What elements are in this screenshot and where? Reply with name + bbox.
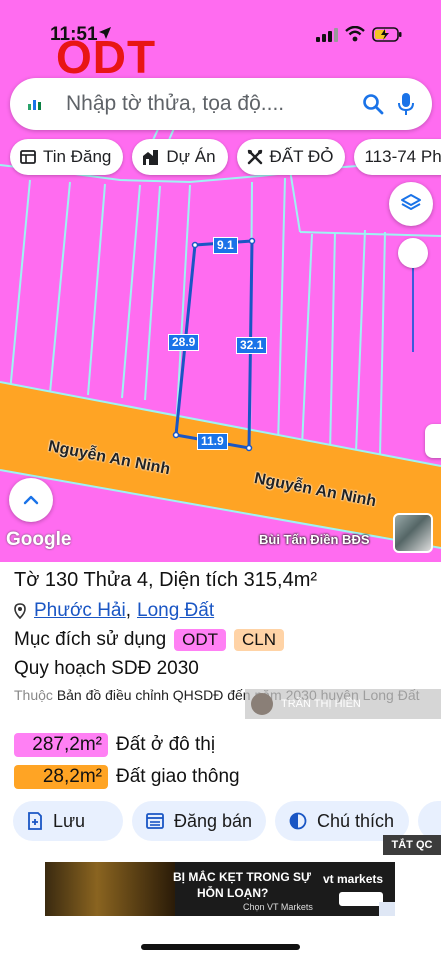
search-icon[interactable] (362, 93, 384, 115)
home-indicator[interactable] (141, 944, 300, 950)
tools-icon (247, 149, 263, 165)
ad-cta-button[interactable] (339, 892, 383, 906)
sheet-number: 130 (44, 569, 79, 591)
action-buttons: Lưu Đăng bán Chú thích (13, 801, 409, 841)
status-time: 11:51 (50, 24, 98, 45)
ad-headline: BỊ MẮC KẸT TRONG SỰ (173, 870, 311, 884)
close-ad-button[interactable]: TẮT QC (383, 835, 441, 855)
ad-headline-2: HỖN LOẠN? (197, 886, 269, 900)
search-bar[interactable]: Nhập tờ thửa, tọa độ.... (10, 78, 432, 130)
location-separator: , (125, 600, 131, 621)
measure-left: 28.9 (168, 334, 200, 351)
expand-panel-button[interactable] (9, 478, 53, 522)
chip-du-an[interactable]: Dự Án (132, 139, 228, 175)
adchoices-icon[interactable] (379, 902, 395, 916)
status-bar: 11:51 (0, 0, 441, 60)
listing-icon (146, 813, 164, 829)
author-label: Bùi Tấn Điền BĐS (259, 532, 370, 547)
plot-number: 4 (136, 569, 149, 591)
area-traffic-value: 28,2m² (14, 765, 108, 789)
filter-chips: Tin Đăng Dự Án ĐẤT ĐỎ 113-74 Phướ (10, 139, 441, 175)
land-use-purpose: Mục đích sử dụng ODT CLN (14, 629, 285, 651)
parcel-location: Phước Hải, Long Đất (14, 600, 214, 622)
chevron-up-icon (23, 495, 39, 505)
overlay-avatar (251, 693, 273, 715)
ad-banner[interactable]: BỊ MẮC KẸT TRONG SỰ HỖN LOẠN? Chọn VT Ma… (45, 862, 395, 916)
purpose-label: Mục đích sử dụng (14, 629, 167, 650)
bookmark-add-icon (27, 812, 43, 830)
area-traffic: 28,2m² Đất giao thông (14, 765, 240, 789)
chip-dat-do[interactable]: ĐẤT ĐỎ (236, 139, 346, 175)
battery-icon (372, 27, 402, 42)
save-label: Lưu (53, 810, 86, 831)
comment-overlay: TRẦN THỊ HIỀN (245, 689, 441, 719)
search-input[interactable]: Nhập tờ thửa, tọa độ.... (66, 92, 362, 116)
area-residential-value: 287,2m² (14, 733, 108, 757)
plot-label: Thửa (83, 569, 132, 591)
planning-title: Quy hoạch SDĐ 2030 (14, 658, 199, 679)
location-arrow-icon (99, 27, 111, 39)
purpose-tag-cln: CLN (234, 629, 285, 651)
post-listing-label: Đăng bán (174, 810, 253, 831)
area-residential-label: Đất ở đô thị (116, 734, 216, 755)
app-logo-icon (24, 93, 46, 115)
map-view[interactable]: ODT 11:51 Nhập tờ thửa, tọa độ.... Tin Đ… (0, 0, 441, 562)
save-button[interactable]: Lưu (13, 801, 123, 841)
area-traffic-label: Đất giao thông (116, 766, 240, 787)
opacity-slider-track[interactable] (412, 268, 414, 352)
source-prefix: Thuộc (14, 687, 53, 703)
side-panel-tab[interactable] (425, 424, 441, 458)
area-label: Diện tích (159, 569, 239, 591)
chip-label: Tin Đăng (43, 147, 112, 166)
measure-bottom: 11.9 (197, 433, 228, 450)
ad-brand: vt markets (323, 872, 384, 886)
district-link[interactable]: Long Đất (137, 600, 214, 622)
area-residential: 287,2m² Đất ở đô thị (14, 733, 215, 757)
parcel-title: Tờ 130 Thửa 4, Diện tích 315,4m² (14, 569, 317, 592)
buildings-icon (142, 149, 159, 165)
measure-top: 9.1 (213, 237, 238, 254)
google-logo: Google (6, 529, 72, 550)
layers-button[interactable] (389, 182, 433, 226)
ad-image (45, 862, 175, 916)
chip-label: ĐẤT ĐỎ (269, 147, 334, 166)
purpose-tag-odt: ODT (174, 629, 227, 651)
microphone-icon[interactable] (398, 92, 414, 116)
chip-label: 113-74 Phướ (364, 147, 441, 166)
legend-label: Chú thích (317, 810, 395, 831)
author-avatar[interactable] (393, 513, 433, 553)
chip-tin-dang[interactable]: Tin Đăng (10, 139, 124, 175)
wifi-icon (345, 26, 365, 42)
signal-icon (316, 28, 338, 42)
ad-subtext: Chọn VT Markets (243, 902, 313, 912)
contrast-icon (289, 812, 307, 830)
layers-icon (401, 194, 421, 210)
chip-label: Dự Án (166, 147, 216, 166)
chip-area-code[interactable]: 113-74 Phướ (354, 139, 441, 175)
post-listing-button[interactable]: Đăng bán (132, 801, 266, 841)
sheet-label: Tờ (14, 569, 40, 591)
overlay-username: TRẦN THỊ HIỀN (281, 698, 361, 710)
measure-right: 32.1 (236, 337, 268, 354)
title-comma: , (148, 569, 154, 591)
area-value: 315,4m² (243, 569, 318, 591)
opacity-slider-handle[interactable] (398, 238, 428, 268)
location-pin-icon (14, 603, 26, 619)
ward-link[interactable]: Phước Hải (34, 600, 126, 622)
list-icon (20, 150, 36, 164)
